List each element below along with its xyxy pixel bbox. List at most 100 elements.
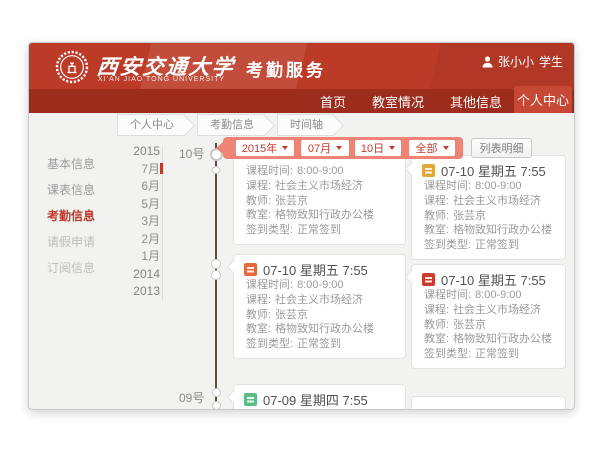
nav-item-other-info[interactable]: 其他信息 <box>450 92 502 111</box>
card-tail <box>405 162 419 176</box>
card-header: 07-10 星期五 7:55 <box>422 271 555 288</box>
app-title: 考勤服务 <box>246 56 326 81</box>
card-field: 课程时间:8:00-9:00 <box>422 179 555 194</box>
card-field: 课程:社会主义市场经济 <box>422 303 555 318</box>
field-value: 正常签到 <box>475 348 519 360</box>
field-label: 课程时间: <box>246 279 293 291</box>
attendance-card: 07-10 星期五 7:55 课程时间:8:00-9:00 课程:社会主义市场经… <box>411 155 566 260</box>
university-logo <box>55 50 89 89</box>
field-value: 正常签到 <box>297 224 341 236</box>
card-field: 教室:格物致知行政办公楼 <box>244 322 395 337</box>
day-select-value: 10日 <box>361 140 384 156</box>
card-field: 课程:社会主义市场经济 <box>422 194 555 209</box>
field-label: 教室: <box>424 224 449 236</box>
field-value: 格物致知行政办公楼 <box>275 323 374 335</box>
timeline-node <box>211 270 221 280</box>
card-tail <box>227 390 241 404</box>
field-value: 8:00-9:00 <box>297 279 343 291</box>
breadcrumb-timeline[interactable]: 时间轴 <box>277 114 334 136</box>
timeline-node <box>212 388 221 397</box>
field-value: 8:00-9:00 <box>297 165 343 177</box>
card-field: 课程时间: 8:00-9:00 <box>422 288 555 303</box>
nav-item-personal-center-active[interactable]: 个人中心 <box>514 86 572 113</box>
scale-month[interactable]: 5月 <box>124 196 160 214</box>
breadcrumb-attendance-info[interactable]: 考勤信息 <box>197 114 265 136</box>
field-label: 教室: <box>424 333 449 345</box>
field-label: 课程时间: <box>246 165 293 177</box>
attendance-card: 07-09 星期四 7:55 <box>233 384 406 410</box>
scale-year[interactable]: 2013 <box>124 283 160 301</box>
sidebar-item-attendance-info[interactable]: 考勤信息 <box>47 207 109 233</box>
scale-month[interactable]: 3月 <box>124 213 160 231</box>
user-menu[interactable]: 张小小 学生 <box>482 53 563 70</box>
card-header: 07-10 星期五 7:55 <box>422 162 555 179</box>
field-label: 签到类型: <box>246 338 293 350</box>
field-label: 课程时间: <box>424 289 471 301</box>
nav-item-home[interactable]: 首页 <box>320 92 346 111</box>
breadcrumb: 个人中心 考勤信息 时间轴 <box>117 114 346 136</box>
timeline-node <box>211 259 221 269</box>
type-select[interactable]: 全部 <box>409 140 455 156</box>
scale-month[interactable]: 6月 <box>124 178 160 196</box>
scale-month[interactable]: 2月 <box>124 231 160 249</box>
card-field: 签到类型: 正常签到 <box>244 223 395 238</box>
attendance-stamp-icon <box>422 273 435 286</box>
attendance-stamp-icon <box>422 164 435 177</box>
field-value: 张芸京 <box>453 319 486 331</box>
sidebar-item-leave-request[interactable]: 请假申请 <box>47 233 109 259</box>
sidebar-item-subscription-info[interactable]: 订阅信息 <box>47 259 109 285</box>
chevron-down-icon <box>443 146 449 150</box>
attendance-stamp-icon <box>244 393 257 406</box>
field-value: 格物致知行政办公楼 <box>453 224 552 236</box>
field-value: 8:00-9:00 <box>475 289 521 301</box>
university-name-en: XI'AN JIAO TONG UNIVERSITY <box>98 76 225 83</box>
day-select[interactable]: 10日 <box>355 140 401 156</box>
card-field: 课程: 社会主义市场经济 <box>244 293 395 308</box>
month-select-value: 07月 <box>308 140 331 156</box>
month-select[interactable]: 07月 <box>301 140 349 156</box>
card-field: 教室: 格物致知行政办公楼 <box>422 223 555 238</box>
breadcrumb-personal-center[interactable]: 个人中心 <box>117 114 185 136</box>
field-value: 8:00-9:00 <box>475 180 521 192</box>
field-label: 教师: <box>424 319 449 331</box>
sidebar-item-basic-info[interactable]: 基本信息 <box>47 155 109 181</box>
field-label: 课程: <box>246 294 271 306</box>
field-label: 课程: <box>424 195 449 207</box>
type-select-value: 全部 <box>416 140 438 156</box>
field-label: 教师: <box>424 210 449 222</box>
scale-year[interactable]: 2015 <box>124 143 160 161</box>
field-label: 课程: <box>424 304 449 316</box>
card-date: 07-10 星期五 7:55 <box>441 161 546 180</box>
card-field: 教师:张芸京 <box>244 194 395 209</box>
card-date: 07-10 星期五 7:55 <box>263 260 368 279</box>
chevron-down-icon <box>389 146 395 150</box>
list-detail-button[interactable]: 列表明细 <box>471 138 532 158</box>
attendance-card-partial <box>411 396 566 410</box>
card-field: 教室:格物致知行政办公楼 <box>244 208 395 223</box>
card-field: 课程: 社会主义市场经济 <box>244 179 395 194</box>
field-value: 正常签到 <box>297 338 341 350</box>
user-name: 张小小 <box>498 53 534 70</box>
field-label: 课程: <box>246 180 271 192</box>
card-date: 07-10 星期五 7:55 <box>441 270 546 289</box>
card-field: 教师: 张芸京 <box>244 308 395 323</box>
sidebar: 基本信息 课表信息 考勤信息 请假申请 订阅信息 <box>47 155 109 285</box>
field-value: 社会主义市场经济 <box>275 180 363 192</box>
nav-item-classrooms[interactable]: 教室情况 <box>372 92 424 111</box>
card-field: 教师:张芸京 <box>422 209 555 224</box>
attendance-stamp-icon <box>244 263 257 276</box>
card-header: 07-09 星期四 7:55 <box>244 391 395 408</box>
field-label: 签到类型: <box>246 224 293 236</box>
chevron-down-icon <box>336 146 342 150</box>
card-field: 课程时间: 8:00-9:00 <box>244 278 395 293</box>
timeline-scale: 2015 7月 6月 5月 3月 2月 1月 2014 2013 <box>124 143 160 301</box>
field-label: 教师: <box>246 309 271 321</box>
scale-month[interactable]: 1月 <box>124 248 160 266</box>
timeline-node <box>212 401 221 410</box>
field-value: 张芸京 <box>275 309 308 321</box>
scale-year[interactable]: 2014 <box>124 266 160 284</box>
year-select[interactable]: 2015年 <box>236 140 294 156</box>
scale-month[interactable]: 7月 <box>124 161 160 179</box>
sidebar-item-course-schedule[interactable]: 课表信息 <box>47 181 109 207</box>
field-value: 社会主义市场经济 <box>275 294 363 306</box>
